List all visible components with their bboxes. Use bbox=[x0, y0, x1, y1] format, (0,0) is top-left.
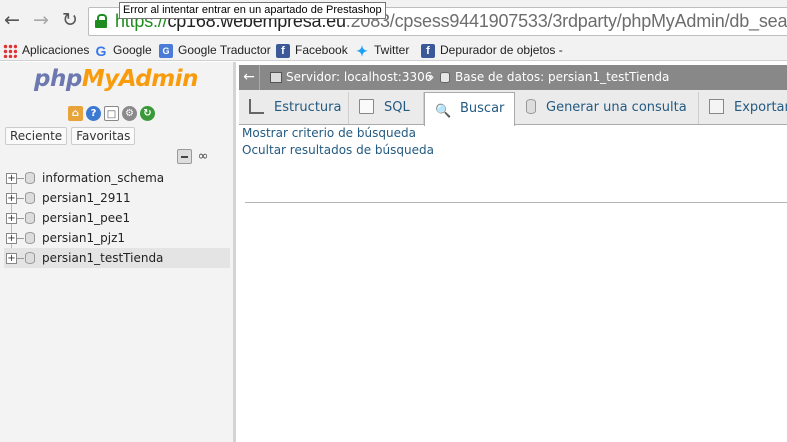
nav-icon-row: ⌂ ? □ ⚙ ↻ bbox=[68, 106, 155, 121]
sql-icon bbox=[359, 99, 374, 114]
apps-icon bbox=[3, 43, 17, 58]
database-icon bbox=[25, 192, 35, 204]
lock-icon bbox=[95, 14, 107, 28]
database-item-selected[interactable]: + persian1_testTienda bbox=[4, 248, 230, 268]
favorites-button[interactable]: Favoritas bbox=[71, 127, 136, 145]
tab-query[interactable]: Generar una consulta bbox=[516, 92, 699, 124]
search-icon: 🔍 bbox=[435, 104, 452, 119]
collapse-panel-arrow-icon[interactable]: ← bbox=[239, 65, 260, 90]
google-translate-icon: G bbox=[159, 43, 173, 58]
database-item[interactable]: + information_schema bbox=[4, 168, 230, 188]
bookmark-apps[interactable]: Aplicaciones bbox=[3, 42, 89, 59]
back-arrow-icon[interactable]: ← bbox=[1, 9, 23, 31]
bookmark-twitter[interactable]: ✦ Twitter bbox=[355, 42, 409, 59]
recent-button[interactable]: Reciente bbox=[5, 127, 68, 145]
bookmark-google[interactable]: G Google bbox=[94, 42, 152, 59]
tab-search[interactable]: 🔍 Buscar bbox=[424, 92, 515, 126]
breadcrumb-database[interactable]: Base de datos: persian1_testTienda bbox=[455, 65, 669, 90]
export-icon bbox=[709, 99, 724, 114]
tab-export[interactable]: Exportar bbox=[699, 92, 787, 124]
expand-icon[interactable]: + bbox=[6, 233, 17, 244]
expand-icon[interactable]: + bbox=[6, 173, 17, 184]
database-icon bbox=[25, 252, 35, 264]
collapse-all-icon[interactable] bbox=[177, 149, 192, 164]
twitter-icon: ✦ bbox=[356, 42, 368, 59]
database-tree: + information_schema + persian1_2911 + pers… bbox=[4, 168, 230, 268]
breadcrumb: ← Servidor: localhost:3306 » Base de dat… bbox=[239, 65, 787, 90]
home-icon[interactable]: ⌂ bbox=[68, 106, 83, 121]
facebook-icon: f bbox=[421, 43, 435, 58]
expand-icon[interactable]: + bbox=[6, 193, 17, 204]
gear-icon[interactable]: ⚙ bbox=[122, 106, 137, 121]
forward-arrow-icon[interactable]: → bbox=[30, 9, 52, 31]
database-icon bbox=[25, 172, 35, 184]
database-icon bbox=[440, 72, 450, 83]
link-with-main-icon[interactable]: ∞ bbox=[195, 149, 211, 164]
bookmarks-bar: Aplicaciones G Google G Google Traductor f… bbox=[0, 40, 787, 61]
phpmyadmin-logo[interactable]: phpMyAdmin bbox=[34, 66, 198, 92]
query-icon bbox=[526, 99, 536, 114]
menu-tabs: Estructura SQL 🔍 Buscar Generar una consu… bbox=[239, 90, 787, 126]
database-item[interactable]: + persian1_2911 bbox=[4, 188, 230, 208]
bookmark-google-translate[interactable]: G Google Traductor bbox=[159, 42, 271, 59]
recent-favorites-tabs: Reciente Favoritas bbox=[5, 127, 136, 145]
breadcrumb-separator: » bbox=[427, 70, 435, 84]
reload-icon[interactable]: ↻ bbox=[59, 9, 81, 31]
database-icon bbox=[25, 212, 35, 224]
server-icon bbox=[270, 72, 282, 83]
tree-controls: ∞ bbox=[177, 149, 211, 164]
google-icon: G bbox=[95, 42, 107, 59]
facebook-icon: f bbox=[276, 43, 290, 58]
expand-icon[interactable]: + bbox=[6, 253, 17, 264]
tab-structure[interactable]: Estructura bbox=[239, 92, 349, 124]
documentation-icon[interactable]: □ bbox=[104, 106, 119, 121]
structure-icon bbox=[249, 99, 264, 114]
bookmark-facebook[interactable]: f Facebook bbox=[276, 42, 348, 59]
tab-sql[interactable]: SQL bbox=[349, 92, 424, 124]
bookmark-debugger[interactable]: f Depurador de objetos - bbox=[421, 42, 563, 59]
help-icon[interactable]: ? bbox=[86, 106, 101, 121]
divider bbox=[245, 202, 787, 203]
tooltip: Error al intentar entrar en un apartado … bbox=[119, 2, 386, 19]
reload-navigation-icon[interactable]: ↻ bbox=[140, 106, 155, 121]
hide-search-results-link[interactable]: Ocultar resultados de búsqueda bbox=[242, 143, 434, 157]
show-search-criteria-link[interactable]: Mostrar criterio de búsqueda bbox=[242, 126, 416, 140]
database-item[interactable]: + persian1_pee1 bbox=[4, 208, 230, 228]
breadcrumb-server[interactable]: Servidor: localhost:3306 bbox=[286, 65, 432, 90]
navigation-panel: phpMyAdmin ⌂ ? □ ⚙ ↻ Reciente Favoritas … bbox=[0, 62, 236, 442]
database-icon bbox=[25, 232, 35, 244]
database-item[interactable]: + persian1_pjz1 bbox=[4, 228, 230, 248]
expand-icon[interactable]: + bbox=[6, 213, 17, 224]
